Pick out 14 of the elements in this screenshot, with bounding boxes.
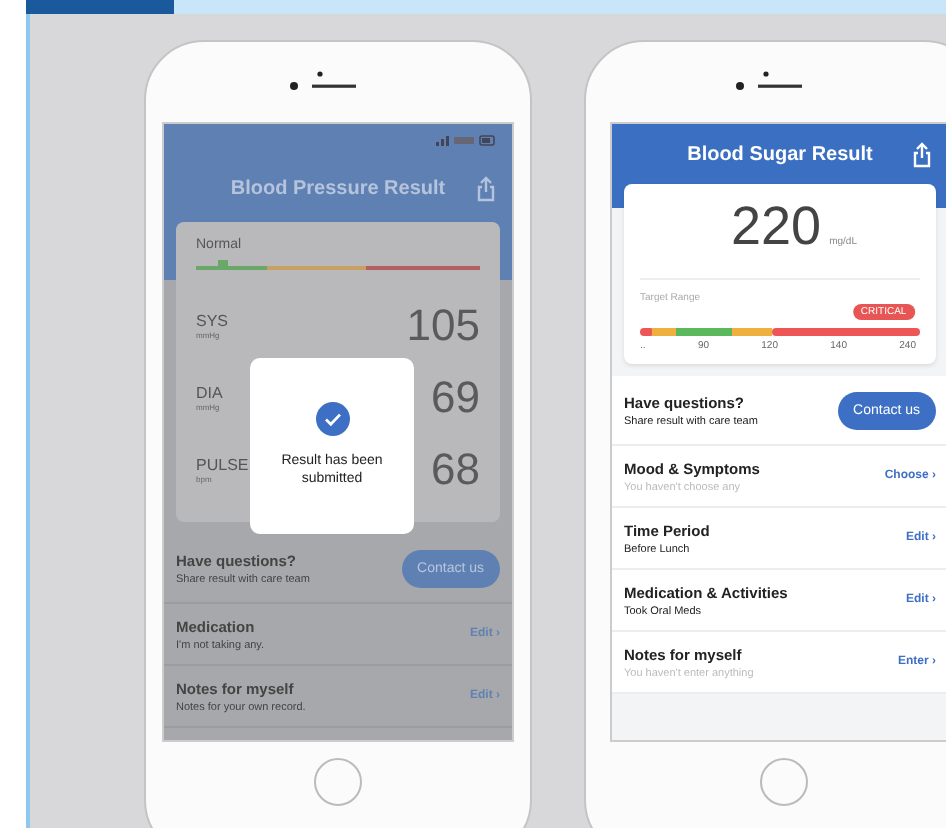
home-button[interactable]: [760, 758, 808, 806]
reading-label: PULSE: [196, 456, 249, 474]
status-icons: [436, 134, 496, 146]
share-icon[interactable]: [476, 176, 496, 202]
glucose-value: 220: [731, 196, 822, 258]
reading-label: DIA: [196, 384, 223, 402]
reading-value: 105: [406, 300, 480, 352]
reading-label: SYS: [196, 312, 229, 330]
screen-title: Blood Pressure Result: [230, 177, 446, 199]
screen-title: Blood Sugar Result: [687, 143, 873, 165]
home-button[interactable]: [314, 758, 362, 806]
check-circle-icon: [315, 402, 349, 436]
reading-value: 68: [431, 444, 480, 496]
reading-value: 69: [431, 372, 480, 424]
